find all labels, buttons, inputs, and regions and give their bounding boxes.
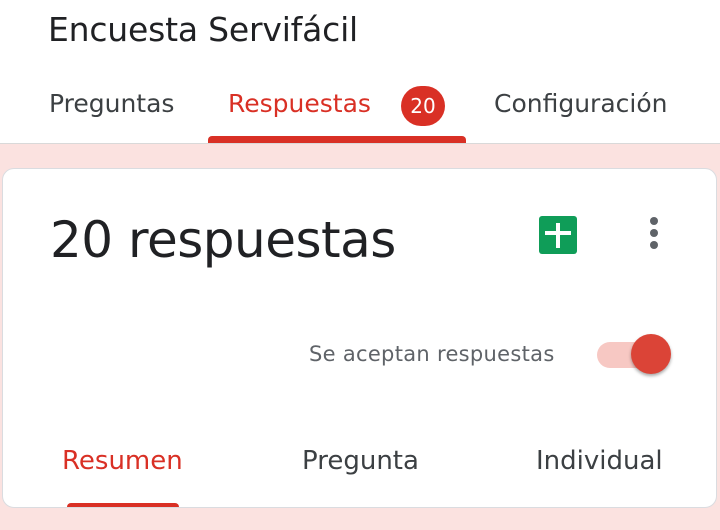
accepting-responses-label: Se aceptan respuestas	[309, 342, 555, 366]
toggle-thumb	[631, 334, 671, 374]
more-vert-icon-dot	[650, 229, 658, 237]
responses-screen: Encuesta Servifácil Preguntas Respuestas…	[0, 0, 720, 530]
responses-count-title: 20 respuestas	[50, 211, 396, 269]
active-subtab-indicator	[67, 503, 179, 507]
form-title: Encuesta Servifácil	[48, 10, 359, 49]
tab-preguntas[interactable]: Preguntas	[49, 89, 174, 118]
subtab-pregunta[interactable]: Pregunta	[302, 446, 419, 476]
app-header: Encuesta Servifácil Preguntas Respuestas…	[0, 0, 720, 144]
responses-count-badge: 20	[401, 86, 445, 126]
google-sheets-icon	[539, 216, 577, 254]
tab-configuracion[interactable]: Configuración	[494, 89, 668, 118]
more-options-button[interactable]	[639, 213, 669, 253]
more-vert-icon	[650, 217, 658, 225]
tab-respuestas[interactable]: Respuestas	[228, 89, 371, 118]
active-tab-indicator	[208, 136, 466, 143]
subtab-resumen[interactable]: Resumen	[62, 446, 183, 476]
accepting-responses-toggle[interactable]	[595, 333, 675, 377]
responses-summary-card: 20 respuestas Se aceptan respuestas Resu…	[2, 168, 717, 508]
subtab-individual[interactable]: Individual	[536, 446, 663, 476]
sheets-button[interactable]	[539, 216, 577, 254]
more-vert-icon-dot	[650, 241, 658, 249]
